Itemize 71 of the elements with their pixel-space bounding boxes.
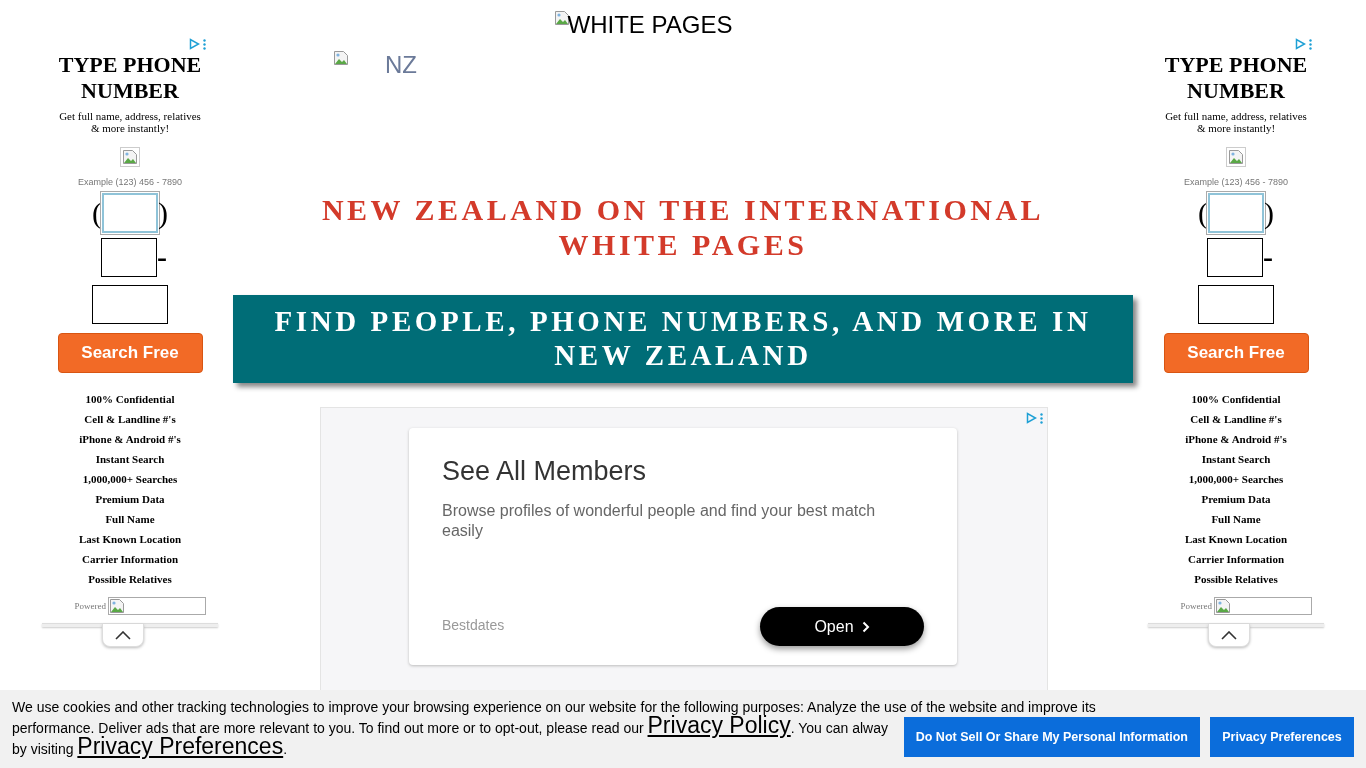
do-not-sell-button[interactable]: Do Not Sell Or Share My Personal Information xyxy=(903,717,1200,757)
prefix-field[interactable] xyxy=(101,237,157,277)
example-text: Example (123) 456 - 7890 xyxy=(76,177,184,187)
feature-text: Last Known Location xyxy=(1183,532,1289,547)
advertiser-name: Bestdates xyxy=(442,617,505,633)
flag-alt-text: NZ xyxy=(385,50,417,80)
feature-text: Premium Data xyxy=(1200,492,1272,507)
area-code-field[interactable] xyxy=(102,193,158,233)
line-number-field[interactable] xyxy=(92,285,168,324)
broken-image-icon xyxy=(1228,149,1244,165)
broken-image-icon xyxy=(109,598,125,614)
feature-text: Possible Relatives xyxy=(87,572,173,587)
cookie-notice-text: We use cookies and other tracking technologies to improve your browsing experience on our website for the following purposes: Analyze the use of the website and improve its xyxy=(12,698,1096,716)
feature-text: 1,000,000+ Searches xyxy=(1187,472,1285,487)
example-text: Example (123) 456 - 7890 xyxy=(1182,177,1290,187)
chevron-up-icon xyxy=(115,630,131,640)
collapse-tab[interactable] xyxy=(102,624,144,647)
search-button[interactable]: Search Free xyxy=(1163,333,1309,373)
feature-text: Cell & Landline #'s xyxy=(83,412,177,427)
more-options-icon[interactable] xyxy=(1040,412,1043,424)
feature-text: Possible Relatives xyxy=(1193,572,1279,587)
chevron-up-icon xyxy=(1221,630,1237,640)
feature-text: Carrier Information xyxy=(1187,552,1285,567)
ad-choices-icon[interactable] xyxy=(1295,38,1306,50)
search-button[interactable]: Search Free xyxy=(57,333,203,373)
ad-title: TYPE PHONE NUMBER xyxy=(57,51,203,104)
line-number-field[interactable] xyxy=(1198,285,1274,324)
feature-text: Full Name xyxy=(104,512,156,527)
ad-headline: See All Members xyxy=(442,456,648,487)
logo-alt-text: WHITE PAGES xyxy=(567,10,733,40)
paren-text: ( xyxy=(1198,195,1208,231)
paren-text: ( xyxy=(92,195,102,231)
ad-description: Browse profiles of wonderful people and find your best match easily xyxy=(442,501,877,541)
dash-text: - xyxy=(157,239,167,275)
area-code-field[interactable] xyxy=(1208,193,1264,233)
broken-image-icon xyxy=(333,50,349,66)
feature-text: Full Name xyxy=(1210,512,1262,527)
more-options-icon[interactable] xyxy=(1309,38,1312,50)
ad-subtitle: Get full name, address, relatives & more instantly! xyxy=(58,110,202,134)
ad-subtitle: Get full name, address, relatives & more instantly! xyxy=(1164,110,1308,134)
feature-text: iPhone & Android #'s xyxy=(1184,432,1288,447)
feature-text: Carrier Information xyxy=(81,552,179,567)
privacy-preferences-button[interactable]: Privacy Preferences xyxy=(1210,717,1354,757)
feature-text: Premium Data xyxy=(94,492,166,507)
feature-text: 100% Confidential xyxy=(1190,392,1282,407)
feature-text: 1,000,000+ Searches xyxy=(81,472,179,487)
cookie-notice-text: performance. Deliver ads that are more relevant to you. To find out more or to opt-out, please read our Privacy Policy. You can alway by visiting Privacy Preferences. xyxy=(12,716,888,758)
feature-text: iPhone & Android #'s xyxy=(78,432,182,447)
broken-image-icon xyxy=(122,149,138,165)
collapse-tab[interactable] xyxy=(1208,624,1250,647)
feature-text: Instant Search xyxy=(1200,452,1272,467)
feature-text: Instant Search xyxy=(94,452,166,467)
banner-heading: FIND PEOPLE, PHONE NUMBERS, AND MORE IN NEW ZEALAND xyxy=(233,295,1133,383)
ad-title: TYPE PHONE NUMBER xyxy=(1163,51,1309,104)
ad-choices-icon[interactable] xyxy=(1026,412,1037,424)
open-button[interactable]: Open xyxy=(760,607,924,646)
chevron-right-icon xyxy=(861,620,870,633)
powered-by-text: Powered xyxy=(74,601,106,611)
ad-choices-icon[interactable] xyxy=(189,38,200,50)
more-options-icon[interactable] xyxy=(203,38,206,50)
prefix-field[interactable] xyxy=(1207,237,1263,277)
page-title: NEW ZEALAND ON THE INTERNATIONAL WHITE PAGES xyxy=(320,192,1046,262)
feature-text: Last Known Location xyxy=(77,532,183,547)
paren-text: ) xyxy=(1264,195,1274,231)
powered-by-text: Powered xyxy=(1180,601,1212,611)
paren-text: ) xyxy=(158,195,168,231)
dash-text: - xyxy=(1263,239,1273,275)
privacy-preferences-link[interactable]: Privacy Preferences xyxy=(77,733,284,759)
broken-image-icon xyxy=(1215,598,1231,614)
feature-text: 100% Confidential xyxy=(84,392,176,407)
feature-text: Cell & Landline #'s xyxy=(1189,412,1283,427)
